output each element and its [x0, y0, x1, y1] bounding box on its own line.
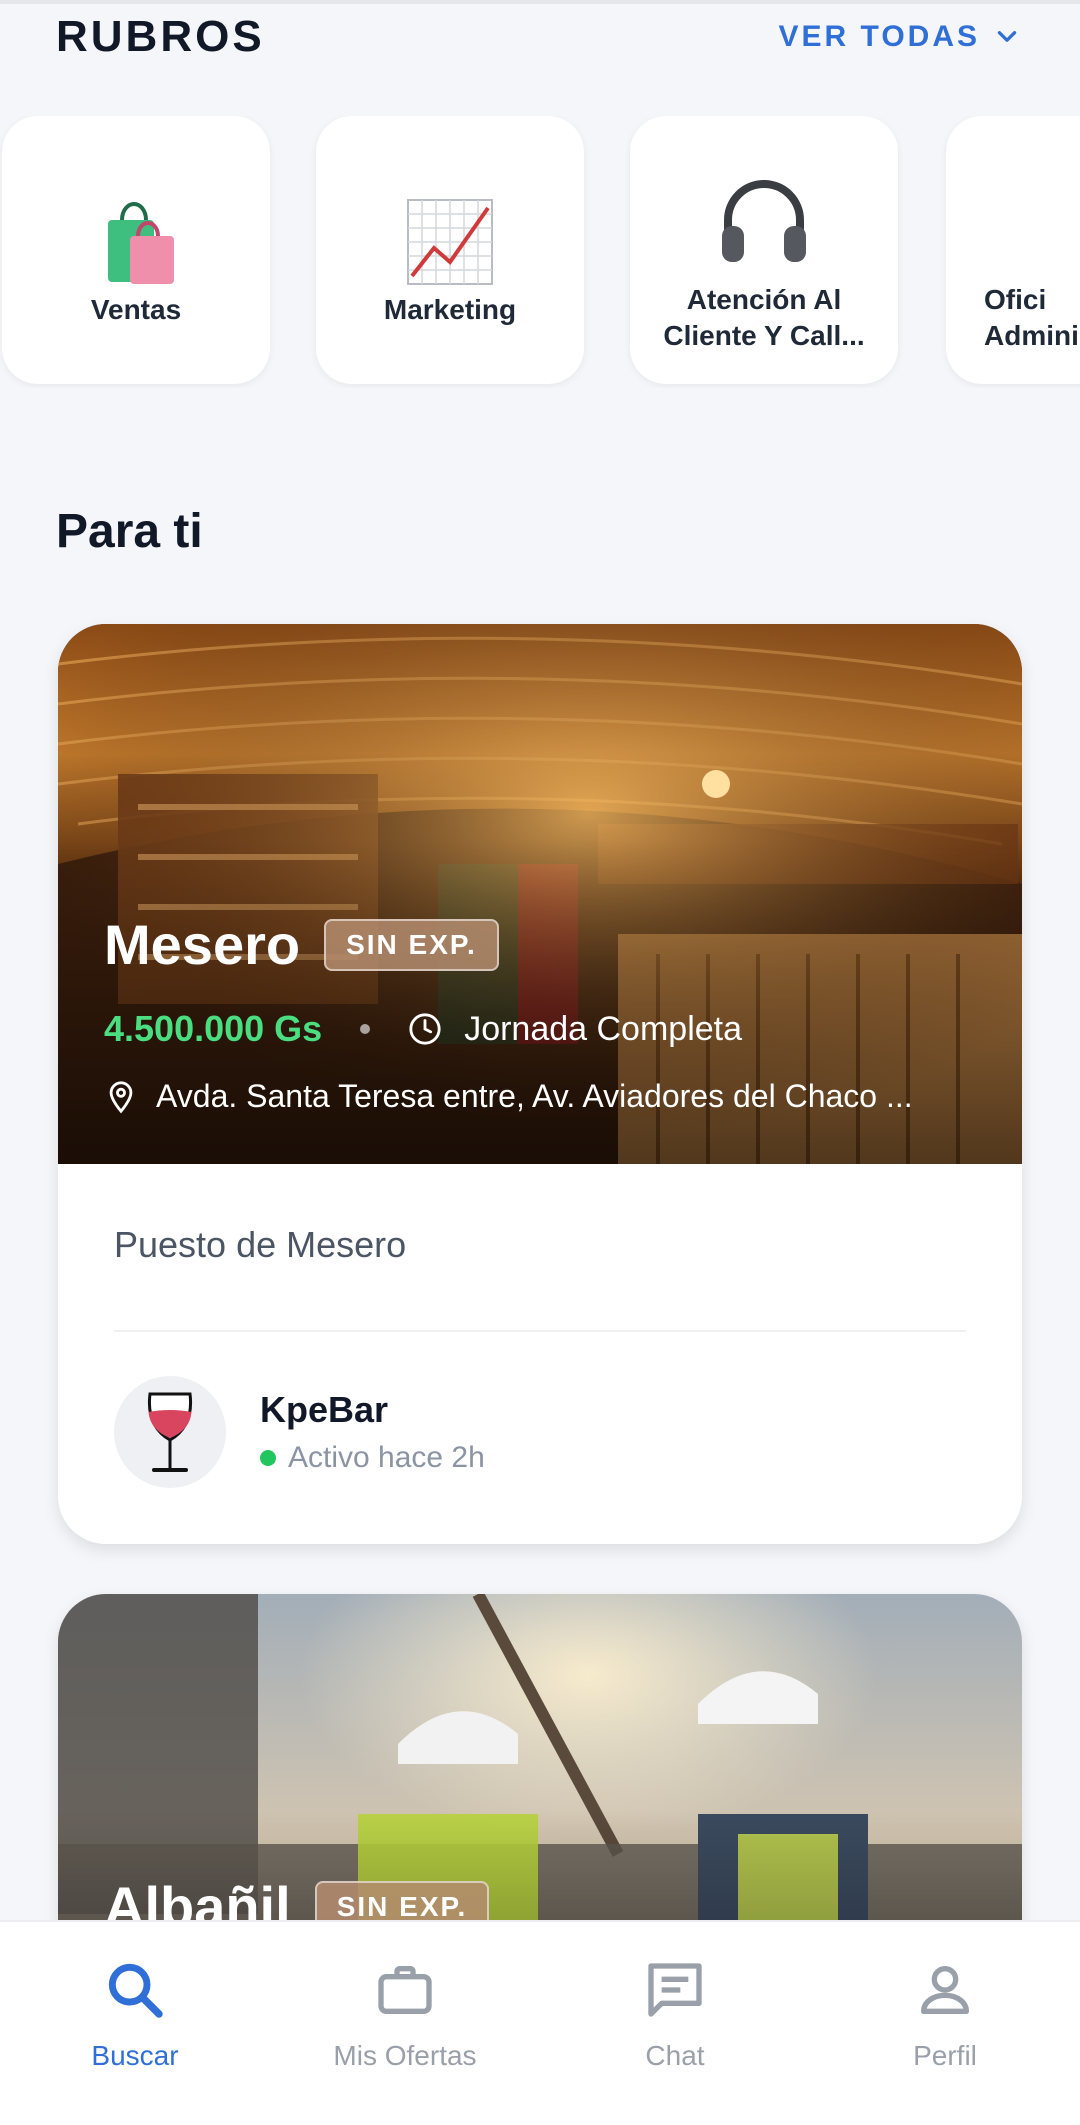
employer-name: KpeBar — [260, 1389, 389, 1430]
bottom-navigation: Buscar Mis Ofertas Chat Perfil — [0, 1920, 1080, 2125]
shopping-bags-icon — [86, 192, 186, 292]
card-divider — [114, 1330, 966, 1332]
employer-avatar — [114, 1376, 226, 1488]
category-card-marketing[interactable]: Marketing — [316, 116, 584, 384]
job-location: Avda. Santa Teresa entre, Av. Aviadores … — [156, 1078, 913, 1114]
job-card-mesero[interactable]: Mesero SIN EXP. 4.500.000 Gs Jornada Com… — [58, 624, 1022, 1544]
category-label: Marketing — [383, 294, 517, 325]
job-title-row: Mesero SIN EXP. — [104, 912, 499, 977]
experience-badge: SIN EXP. — [324, 918, 499, 971]
ver-todas-button[interactable]: VER TODAS — [779, 20, 1024, 54]
active-status-dot — [260, 1450, 276, 1466]
category-card-atencion-cliente[interactable]: Atención Al Cliente Y Call... — [630, 116, 898, 384]
chart-up-icon — [400, 192, 500, 292]
rubros-header: RUBROS VER TODAS — [56, 12, 1024, 62]
category-card-ventas[interactable]: Ventas — [2, 116, 270, 384]
section-title-para-ti: Para ti — [56, 505, 203, 558]
employer-info: KpeBar Activo hace 2h — [260, 1389, 485, 1475]
nav-item-buscar[interactable]: Buscar — [0, 1922, 270, 2125]
job-salary: 4.500.000 Gs — [104, 1008, 323, 1049]
rubros-title: RUBROS — [56, 12, 265, 61]
separator-dot — [360, 1024, 371, 1034]
chevron-down-icon — [997, 31, 1017, 42]
person-icon — [921, 1966, 969, 2014]
job-title: Mesero — [104, 913, 301, 976]
employer-row[interactable]: KpeBar Activo hace 2h — [114, 1376, 485, 1488]
job-meta-row: 4.500.000 Gs Jornada Completa — [104, 1008, 742, 1050]
search-icon — [108, 1963, 163, 2018]
nav-item-chat[interactable]: Chat — [540, 1922, 810, 2125]
job-location-row: Avda. Santa Teresa entre, Av. Aviadores … — [104, 1078, 984, 1115]
category-label: Ofici Adminis — [984, 284, 1080, 351]
wine-glass-icon — [147, 1392, 193, 1472]
nav-label: Chat — [645, 2040, 705, 2071]
employer-status: Activo hace 2h — [260, 1441, 485, 1475]
category-label: Atención Al Cliente Y Call... — [663, 284, 865, 351]
category-card-oficina[interactable]: Ofici Adminis — [946, 116, 1080, 384]
categories-carousel[interactable]: Ventas Marketing Atención Al Cliente Y C… — [0, 116, 1080, 388]
clock-icon — [408, 1012, 442, 1046]
location-pin-icon — [104, 1080, 138, 1114]
job-schedule: Jornada Completa — [464, 1009, 743, 1048]
headphones-icon — [714, 172, 814, 272]
top-divider — [0, 0, 1080, 4]
nav-item-perfil[interactable]: Perfil — [810, 1922, 1080, 2125]
nav-label: Mis Ofertas — [333, 2040, 477, 2071]
nav-label: Buscar — [91, 2040, 179, 2071]
employer-status-text: Activo hace 2h — [288, 1441, 485, 1474]
briefcase-icon — [378, 1966, 432, 2014]
category-label: Ventas — [90, 294, 182, 325]
nav-item-mis-ofertas[interactable]: Mis Ofertas — [270, 1922, 540, 2125]
job-description: Puesto de Mesero — [114, 1224, 407, 1265]
file-cabinet-icon — [1030, 172, 1080, 272]
ver-todas-label: VER TODAS — [778, 20, 980, 53]
nav-label: Perfil — [913, 2040, 977, 2071]
chat-icon — [648, 1963, 702, 2017]
